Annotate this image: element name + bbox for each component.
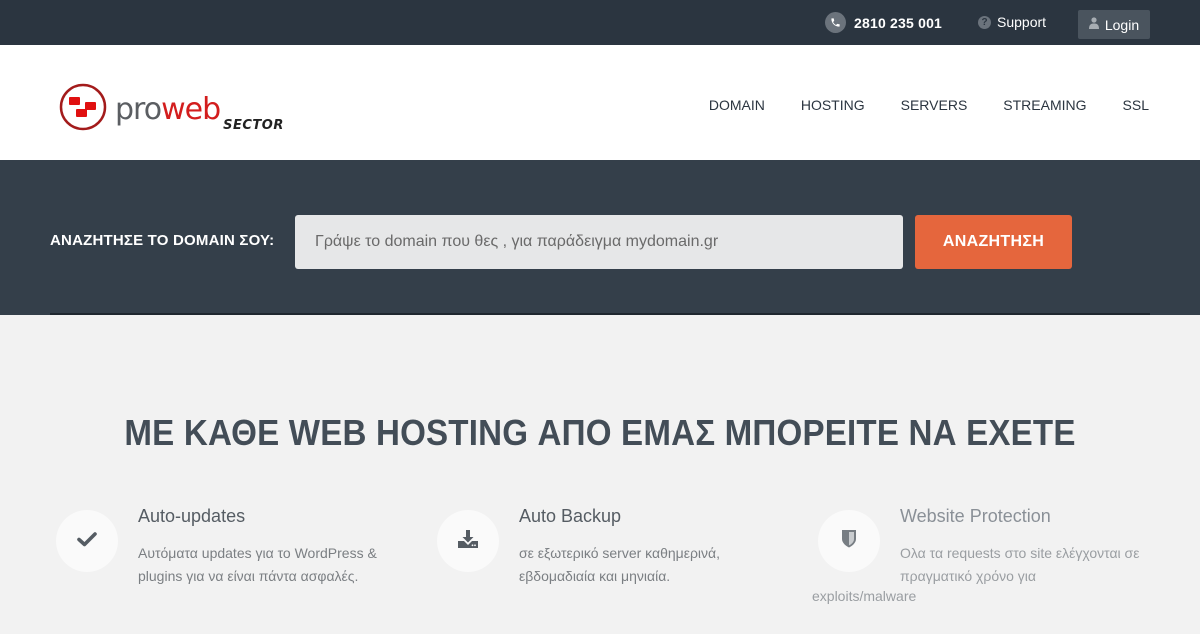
domain-search-input[interactable] <box>295 215 903 269</box>
domain-search-section: ΑΝΑΖΗΤΗΣΕ ΤΟ DOMAIN ΣΟΥ: ΑΝΑΖΗΤΗΣΗ <box>0 160 1200 315</box>
feature-description: Ολα τα requests στο site ελέγχονται σε π… <box>900 545 1140 584</box>
section-divider <box>50 313 1150 315</box>
user-icon <box>1088 16 1099 34</box>
logo-sector-text: SECTOR <box>223 118 284 133</box>
logo-web-text: web <box>161 91 221 127</box>
features-heading: ΜΕ ΚΑΘΕ WEB HOSTING ΑΠΟ ΕΜΑΣ ΜΠΟΡΕΙΤΕ ΝΑ… <box>124 412 1076 453</box>
logo-pro-text: pro <box>115 91 162 127</box>
phone-number: 2810 235 001 <box>854 14 943 31</box>
nav-item-servers[interactable]: SERVERS <box>901 97 968 113</box>
check-icon <box>77 531 97 552</box>
logo-wordmark: proweb <box>115 91 221 127</box>
nav-item-streaming[interactable]: STREAMING <box>1003 97 1086 113</box>
feature-description: σε εξωτερικό server καθημερινά, εβδομαδι… <box>519 545 721 584</box>
feature-icon-circle <box>437 510 499 572</box>
support-label: Support <box>997 14 1047 30</box>
login-button[interactable]: Login <box>1078 10 1150 39</box>
support-link[interactable]: ? Support <box>978 14 1046 30</box>
logo-mark-icon <box>59 83 107 136</box>
question-icon: ? <box>978 15 991 29</box>
feature-icon-circle <box>56 510 118 572</box>
shield-icon <box>841 529 857 553</box>
feature-icon-circle <box>818 510 880 572</box>
domain-search-button[interactable]: ΑΝΑΖΗΤΗΣΗ <box>915 215 1072 269</box>
feature-title: Website Protection <box>900 506 1051 526</box>
feature-title: Auto-updates <box>138 506 246 526</box>
phone-contact[interactable]: 2810 235 001 <box>825 12 942 33</box>
feature-title: Auto Backup <box>519 506 622 526</box>
main-nav: DOMAIN HOSTING SERVERS STREAMING SSL <box>709 97 1200 113</box>
top-bar: 2810 235 001 ? Support Login <box>0 0 1200 45</box>
nav-item-hosting[interactable]: HOSTING <box>801 97 865 113</box>
nav-item-ssl[interactable]: SSL <box>1123 97 1149 113</box>
login-label: Login <box>1104 16 1140 33</box>
nav-item-domain[interactable]: DOMAIN <box>709 97 765 113</box>
phone-icon <box>825 12 846 33</box>
site-header: proweb SECTOR DOMAIN HOSTING SERVERS STR… <box>0 45 1200 160</box>
download-icon <box>457 529 479 554</box>
domain-search-label: ΑΝΑΖΗΤΗΣΕ ΤΟ DOMAIN ΣΟΥ: <box>50 232 275 249</box>
brand-logo[interactable]: proweb SECTOR <box>59 83 284 136</box>
feature-description-tail: exploits/malware <box>812 588 917 604</box>
feature-description: Αυτόματα updates για το WordPress & plug… <box>138 545 377 584</box>
